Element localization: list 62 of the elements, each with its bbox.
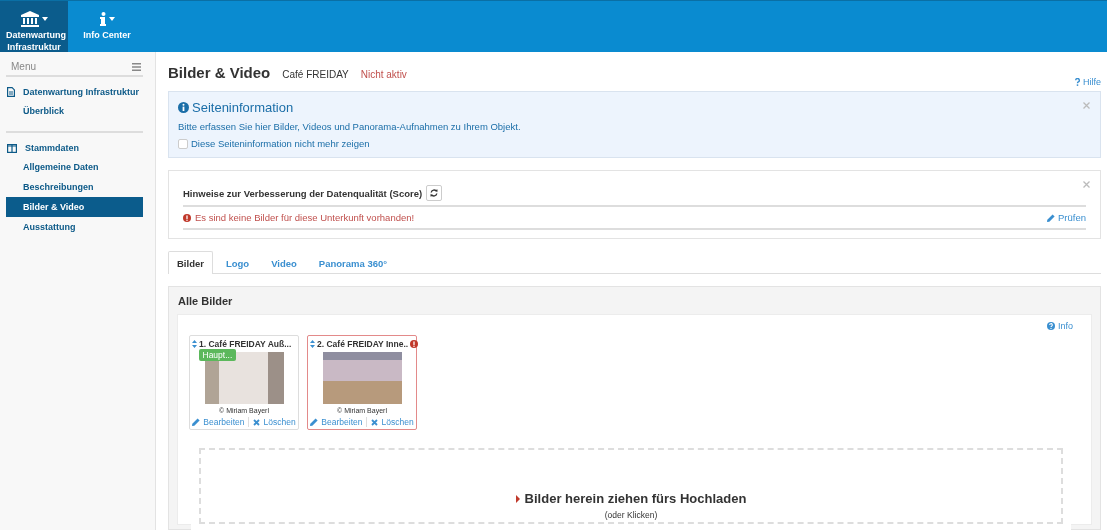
nav-tab[interactable]: Datenwartung Infrastruktur <box>0 1 68 52</box>
info-text: Bitte erfassen Sie hier Bilder, Videos und Panorama-Aufnahmen zu Ihrem Objekt. <box>178 121 522 132</box>
sidebar-section-title: Stammdaten <box>25 143 79 153</box>
tab[interactable]: Logo <box>216 251 259 274</box>
delete-link[interactable]: Löschen <box>253 417 296 427</box>
close-button[interactable] <box>1083 181 1090 188</box>
close-button[interactable] <box>1083 102 1090 109</box>
pencil-icon <box>310 418 319 426</box>
info-link[interactable]: Info <box>1047 321 1073 331</box>
close-icon <box>1083 102 1090 109</box>
status-label: Nicht aktiv <box>360 69 407 80</box>
main-image-badge: Haupt... <box>198 349 237 361</box>
upload-prompt: Bilder herein ziehen fürs Hochladen <box>515 491 747 506</box>
bank-icon <box>20 11 39 27</box>
tab[interactable]: Bilder <box>168 251 213 274</box>
image-title: 1. Café FREIDAY Auß... <box>199 339 292 349</box>
info-title: Seiteninformation <box>192 100 294 115</box>
close-icon <box>1083 181 1090 188</box>
delete-link[interactable]: Löschen <box>371 417 414 427</box>
warning-text: Es sind keine Bilder für diese Unterkunft vorhanden! <box>195 212 415 223</box>
sort-icon <box>310 340 315 348</box>
sidebar-item[interactable]: Bilder & Video <box>6 197 143 217</box>
x-icon <box>253 418 261 426</box>
sidebar-item[interactable]: Allgemeine Daten <box>6 157 143 177</box>
document-icon <box>7 87 15 97</box>
sidebar-item[interactable]: Ausstattung <box>6 217 143 237</box>
help-icon <box>1075 78 1080 86</box>
tab[interactable]: Panorama 360° <box>309 251 397 274</box>
menu-icon[interactable] <box>132 62 141 71</box>
info-icon <box>178 102 189 113</box>
x-icon <box>371 418 379 426</box>
pencil-icon <box>192 418 201 426</box>
pencil-icon <box>1047 213 1055 222</box>
nav-tab[interactable]: Info Center <box>68 1 146 52</box>
edit-link[interactable]: Bearbeiten <box>310 417 363 427</box>
sidebar-section-title: Datenwartung Infrastruktur <box>23 87 139 97</box>
info-icon <box>99 12 106 26</box>
tab[interactable]: Video <box>262 251 306 274</box>
sidebar-item[interactable]: Beschreibungen <box>6 177 143 197</box>
image-title: 2. Café FREIDAY Inne.. <box>317 339 409 349</box>
page-title: Bilder & Video <box>168 64 271 81</box>
exclamation-icon <box>410 340 419 348</box>
help-icon <box>1047 322 1055 330</box>
checkbox[interactable] <box>178 138 188 149</box>
exclamation-icon <box>183 213 191 222</box>
edit-link[interactable]: Bearbeiten <box>192 417 245 427</box>
upload-hint: (oder Klicken) <box>604 510 658 520</box>
check-link[interactable]: Prüfen <box>1047 212 1086 223</box>
gallery-title: Alle Bilder <box>177 294 234 309</box>
help-link[interactable]: Hilfe <box>1075 77 1101 87</box>
sort-icon <box>192 340 197 348</box>
checkbox-label: Diese Seiteninformation nicht mehr zeigen <box>191 138 370 149</box>
caret-icon <box>41 17 48 21</box>
caret-icon <box>515 494 520 503</box>
refresh-icon <box>430 189 439 197</box>
sidebar-item[interactable]: Überblick <box>6 101 143 121</box>
menu-label: Menu <box>11 61 36 72</box>
caret-icon <box>108 17 115 21</box>
refresh-button[interactable] <box>426 185 443 201</box>
object-name: Café FREIDAY <box>282 69 349 80</box>
score-title: Hinweise zur Verbesserung der Datenqualität (Score) <box>183 187 423 199</box>
columns-icon <box>7 143 17 153</box>
